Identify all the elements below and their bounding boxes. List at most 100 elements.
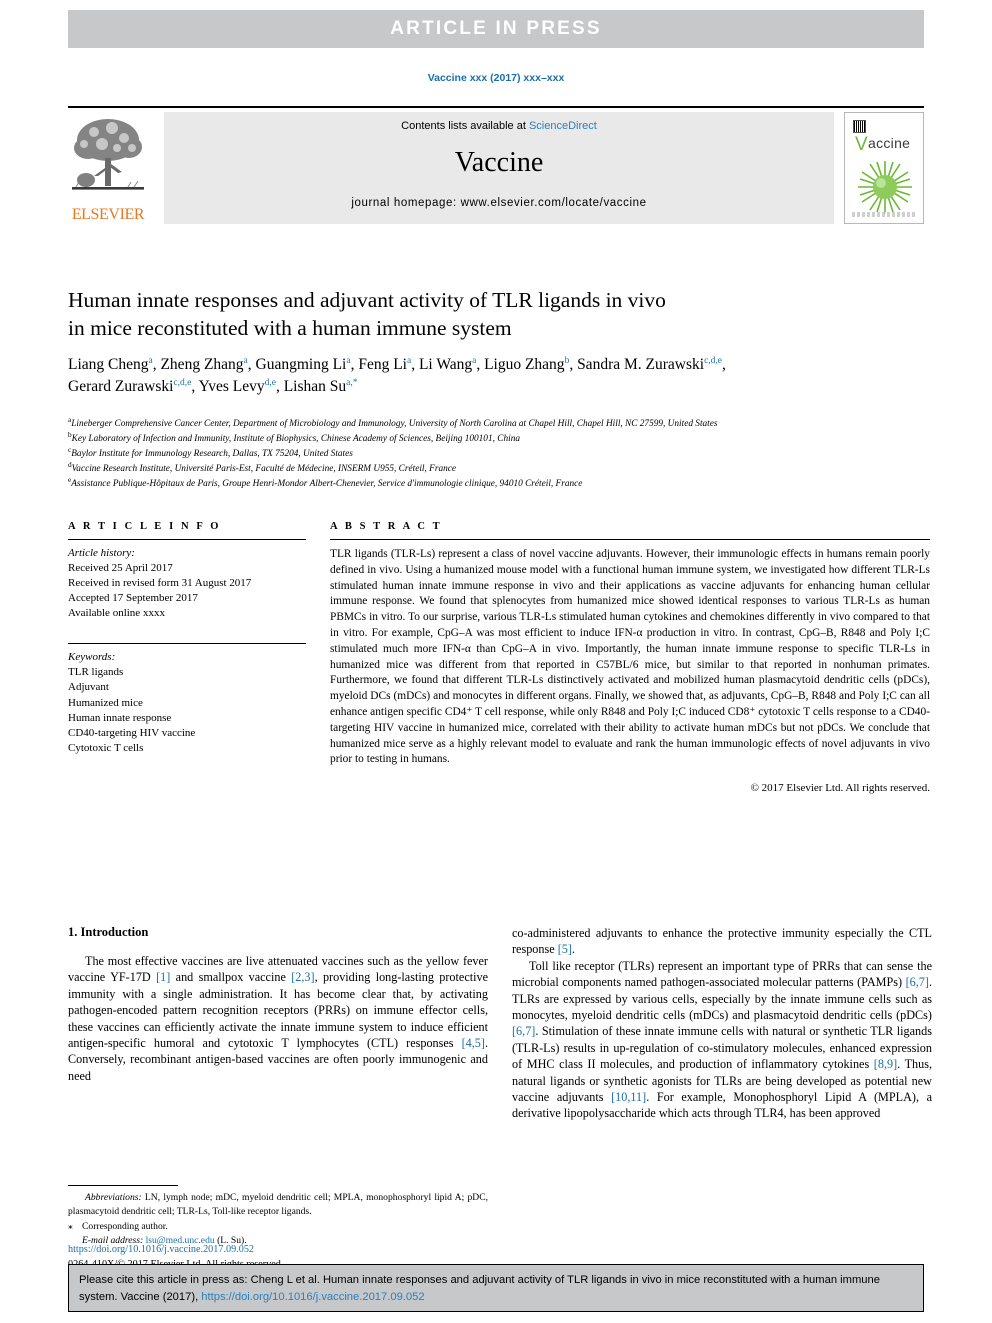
- affiliation-item: dVaccine Research Institute, Université …: [68, 461, 930, 477]
- citation-ref[interactable]: [10,11]: [611, 1090, 646, 1104]
- author-name: Yves Levy: [198, 378, 265, 396]
- article-in-press-label: ARTICLE IN PRESS: [390, 18, 602, 39]
- keyword-item: Cytotoxic T cells: [68, 741, 144, 754]
- elsevier-logo: ELSEVIER: [68, 112, 148, 224]
- author-affiliation-marker: a,*: [346, 378, 358, 389]
- elsevier-tree-icon: [72, 119, 144, 190]
- running-head: Vaccine xxx (2017) xxx–xxx: [427, 72, 565, 84]
- author-affiliation-marker: c,d,e: [173, 378, 192, 389]
- citation-ref[interactable]: [5]: [558, 942, 572, 956]
- title-line-1: Human innate responses and adjuvant acti…: [68, 288, 666, 312]
- citation-ref[interactable]: [1]: [156, 970, 170, 984]
- elsevier-wordmark: ELSEVIER: [71, 206, 145, 223]
- article-info-panel: A R T I C L E I N F O Article history: R…: [68, 521, 306, 756]
- keyword-item: Humanized mice: [68, 696, 143, 709]
- author-name: Zheng Zhang: [160, 356, 244, 373]
- paragraph-text: and smallpox vaccine: [170, 970, 292, 985]
- divider: [330, 539, 930, 540]
- section-heading-introduction: 1. Introduction: [68, 925, 149, 939]
- citation-ref[interactable]: [2,3]: [291, 970, 314, 984]
- citation-ref[interactable]: [4,5]: [462, 1036, 485, 1050]
- citation-ref[interactable]: [6,7]: [906, 975, 929, 989]
- virus-illustration-icon: [858, 161, 912, 214]
- keywords-block: Keywords: TLR ligands Adjuvant Humanized…: [68, 643, 306, 755]
- cite-doi-link[interactable]: https://doi.org/10.1016/j.vaccine.2017.0…: [201, 1291, 424, 1303]
- author-affiliation-marker: a: [148, 355, 153, 366]
- keyword-item: Adjuvant: [68, 681, 109, 694]
- author-name: Liang Cheng: [68, 356, 149, 373]
- journal-homepage: journal homepage: www.elsevier.com/locat…: [351, 197, 647, 209]
- affiliation-list: aLineberger Comprehensive Cancer Center,…: [68, 416, 930, 492]
- journal-masthead: ELSEVIER Contents lists available at Sci…: [68, 106, 924, 224]
- author-name: Sandra M. Zurawski: [577, 356, 705, 373]
- paragraph: The most effective vaccines are live att…: [68, 953, 488, 1084]
- history-item: Accepted 17 September 2017: [68, 592, 198, 605]
- author-list: Liang Chenga, Zheng Zhanga, Guangming Li…: [68, 355, 726, 396]
- author-name: Lishan Su: [283, 378, 347, 396]
- contents-prefix: Contents lists available at: [401, 120, 529, 132]
- article-history-block: Article history: Received 25 April 2017 …: [68, 546, 306, 621]
- article-history-label: Article history:: [68, 547, 135, 559]
- page-title: Human innate responses and adjuvant acti…: [68, 287, 858, 343]
- body-column-right: co-administered adjuvants to enhance the…: [512, 925, 932, 1122]
- affiliation-text: Key Laboratory of Infection and Immunity…: [71, 434, 520, 445]
- author-affiliation-marker: a: [243, 355, 248, 366]
- journal-title: Vaccine: [454, 147, 544, 178]
- keyword-item: TLR ligands: [68, 666, 124, 679]
- affiliation-item: cBaylor Institute for Immunology Researc…: [68, 446, 930, 462]
- abstract-panel: A B S T R A C T TLR ligands (TLR-Ls) rep…: [330, 521, 930, 794]
- author-name: Liguo Zhang: [484, 356, 565, 373]
- citation-ref[interactable]: [6,7]: [512, 1024, 535, 1038]
- footnote-divider: [68, 1185, 178, 1186]
- abstract-text: TLR ligands (TLR-Ls) represent a class o…: [330, 548, 930, 766]
- affiliation-text: Baylor Institute for Immunology Research…: [71, 449, 353, 460]
- cover-caption-strip: [852, 212, 916, 217]
- author-name: Li Wang: [418, 356, 473, 373]
- journal-cover-thumbnail: Vaccine: [844, 112, 924, 224]
- author-affiliation-marker: d,e: [264, 378, 276, 389]
- doi-link[interactable]: https://doi.org/10.1016/j.vaccine.2017.0…: [68, 1244, 254, 1255]
- title-line-2: in mice reconstituted with a human immun…: [68, 315, 512, 340]
- keyword-item: CD40-targeting HIV vaccine: [68, 726, 196, 739]
- asterisk-icon: ⁎: [68, 1221, 73, 1233]
- history-item: Received 25 April 2017: [68, 562, 173, 575]
- author-item: Li Wanga: [419, 356, 476, 373]
- paragraph-text: . Stimulation of these innate immune cel…: [512, 1024, 932, 1072]
- sciencedirect-link[interactable]: ScienceDirect: [529, 120, 597, 132]
- affiliation-item: bKey Laboratory of Infection and Immunit…: [68, 431, 930, 447]
- author-affiliation-marker: a: [346, 355, 351, 366]
- abbreviations-label: Abbreviations:: [85, 1192, 142, 1203]
- body-column-left: 1. Introduction The most effective vacci…: [68, 925, 488, 1084]
- affiliation-item: eAssistance Publique-Hôpitaux de Paris, …: [68, 476, 930, 492]
- history-item: Available online xxxx: [68, 607, 165, 620]
- affiliation-text: Vaccine Research Institute, Université P…: [71, 464, 456, 475]
- affiliation-text: Assistance Publique-Hôpitaux de Paris, G…: [71, 479, 583, 490]
- abstract-copyright: © 2017 Elsevier Ltd. All rights reserved…: [750, 782, 930, 795]
- cover-title: Vaccine: [855, 135, 911, 154]
- corresponding-author-footnote: ⁎ Corresponding author.: [68, 1220, 488, 1234]
- cite-this-article-box: Please cite this article in press as: Ch…: [68, 1264, 924, 1312]
- keyword-item: Human innate response: [68, 711, 172, 724]
- cover-title-rest: accine: [867, 135, 911, 151]
- paragraph-text: co-administered adjuvants to enhance the…: [512, 926, 932, 957]
- author-item: Lishan Sua,*: [284, 378, 358, 395]
- journal-article-page: ARTICLE IN PRESS Vaccine xxx (2017) xxx–…: [0, 0, 992, 1323]
- paragraph-text: Toll like receptor (TLRs) represent an i…: [512, 958, 932, 990]
- author-item: Feng Lia: [358, 356, 411, 373]
- keywords-label: Keywords:: [68, 651, 116, 664]
- author-item: Guangming Lia: [256, 356, 351, 373]
- author-affiliation-marker: a: [472, 355, 477, 366]
- author-item: Sandra M. Zurawskic,d,e: [577, 356, 722, 373]
- barcode-icon: [853, 120, 866, 133]
- article-in-press-banner: ARTICLE IN PRESS: [68, 10, 924, 48]
- divider: [68, 539, 306, 540]
- author-item: Zheng Zhanga: [160, 356, 247, 373]
- masthead-center: Contents lists available at ScienceDirec…: [164, 112, 834, 224]
- affiliation-text: Lineberger Comprehensive Cancer Center, …: [71, 419, 718, 429]
- cover-inner: Vaccine: [848, 116, 920, 220]
- corresponding-author-text: Corresponding author.: [82, 1221, 168, 1233]
- citation-ref[interactable]: [8,9]: [874, 1057, 897, 1071]
- author-affiliation-marker: a: [406, 355, 412, 366]
- cite-text: Please cite this article in press as: Ch…: [79, 1272, 913, 1306]
- paragraph: co-administered adjuvants to enhance the…: [512, 925, 932, 958]
